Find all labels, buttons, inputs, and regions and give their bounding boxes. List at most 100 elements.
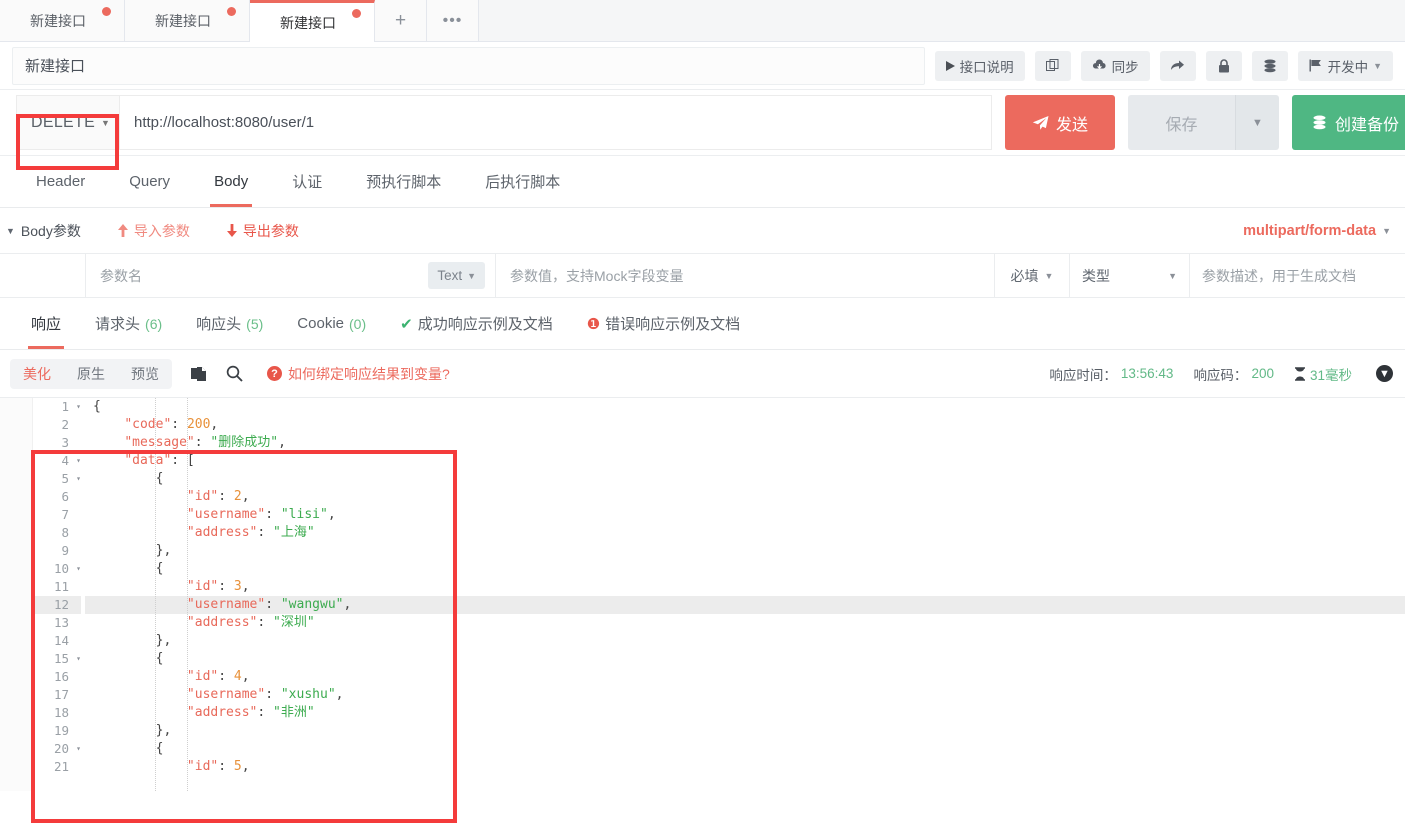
save-button-group: 保存 ▼ — [1127, 95, 1279, 150]
api-tab-1[interactable]: 新建接口 — [0, 0, 125, 41]
param-row-handle[interactable] — [0, 254, 86, 297]
code-line: "address": "深圳" — [186, 615, 315, 630]
send-button[interactable]: 发送 — [1004, 95, 1115, 150]
tab-error-example[interactable]: ❶ 错误响应示例及文档 — [570, 298, 757, 349]
format-raw[interactable]: 原生 — [64, 359, 118, 389]
tab-request-headers[interactable]: 请求头 (6) — [78, 298, 179, 349]
copy-response-button[interactable] — [190, 365, 208, 383]
database-icon — [1263, 59, 1276, 72]
response-time: 响应时间： 13:56:43 — [1049, 364, 1173, 384]
api-tab-3[interactable]: 新建接口 — [250, 0, 375, 42]
code-line: { — [155, 471, 164, 486]
param-description-input[interactable] — [1202, 267, 1393, 284]
param-value-cell — [496, 254, 995, 297]
content-type-dropdown[interactable]: multipart/form-data ▼ — [1243, 223, 1391, 239]
api-name-row: 接口说明 同步 开发中 — [0, 42, 1405, 90]
share-button[interactable] — [1159, 50, 1196, 81]
param-type-label: 类型 — [1082, 267, 1110, 284]
param-value-type-dropdown[interactable]: Text ▼ — [428, 262, 485, 289]
arrow-down-icon — [226, 224, 237, 237]
lock-button[interactable] — [1205, 50, 1242, 81]
tab-more-button[interactable]: ••• — [427, 0, 479, 41]
bind-variable-help-link[interactable]: ? 如何绑定响应结果到变量? — [267, 364, 450, 384]
fold-toggle-icon[interactable]: ▾ — [73, 470, 81, 488]
api-description-button[interactable]: 接口说明 — [934, 50, 1025, 81]
code-line: { — [155, 741, 164, 756]
tab-response[interactable]: 响应 — [14, 298, 78, 349]
fold-toggle-icon[interactable]: ▾ — [73, 740, 81, 758]
line-number: 10 ▾ — [53, 560, 81, 578]
chevron-down-icon: ▼ — [1168, 270, 1177, 281]
chevron-down-icon: ▼ — [101, 117, 111, 128]
editor-line-numbers: 1 ▾ 2 3 4 ▾ 5 ▾ 6 7 8 9 10 ▾ 11 12 13 14 15 ▾ 16 17 18 19 20 ▾ 21 — [33, 398, 85, 791]
tab-cookie[interactable]: Cookie (0) — [280, 298, 383, 349]
fold-toggle-icon[interactable]: ▾ — [73, 650, 81, 668]
body-params-collapse-toggle[interactable]: ▼ Body参数 — [6, 221, 81, 241]
format-segmented-control: 美化 原生 预览 — [10, 358, 172, 389]
format-beautify[interactable]: 美化 — [10, 359, 64, 389]
tab-response-headers[interactable]: 响应头 (5) — [179, 298, 280, 349]
fold-toggle-icon[interactable]: ▾ — [73, 452, 81, 470]
code-line: "data": [ — [124, 453, 195, 468]
tab-post-script[interactable]: 后执行脚本 — [463, 156, 582, 207]
lock-icon — [1218, 58, 1229, 72]
body-param-bar: ▼ Body参数 导入参数 导出参数 multipart/form-data ▼ — [0, 208, 1405, 253]
export-params-button[interactable]: 导出参数 — [226, 221, 299, 241]
response-code-editor[interactable]: 1 ▾ 2 3 4 ▾ 5 ▾ 6 7 8 9 10 ▾ 11 12 13 14 15 ▾ 16 17 18 19 20 ▾ 21 … — [0, 397, 1405, 791]
copy-button[interactable] — [1034, 50, 1071, 81]
param-type-dropdown[interactable]: 类型 ▼ — [1070, 254, 1190, 297]
save-dropdown-button[interactable]: ▼ — [1234, 95, 1279, 150]
response-time-value: 13:56:43 — [1120, 366, 1174, 381]
chevron-down-icon: ▼ — [467, 270, 476, 281]
tab-request-headers-label: 请求头 — [95, 316, 141, 333]
response-editor-wrap: 1 ▾ 2 3 4 ▾ 5 ▾ 6 7 8 9 10 ▾ 11 12 13 14 15 ▾ 16 17 18 19 20 ▾ 21 … — [0, 397, 1405, 823]
arrow-up-icon — [117, 224, 128, 237]
line-number: 4 ▾ — [61, 452, 81, 470]
response-time-label: 响应时间： — [1049, 367, 1117, 383]
new-tab-button[interactable]: + — [375, 0, 427, 41]
tab-pre-script-label: 预执行脚本 — [366, 174, 442, 191]
url-input[interactable] — [119, 95, 992, 150]
fold-toggle-icon[interactable]: ▾ — [73, 398, 81, 416]
tab-body[interactable]: Body — [192, 156, 270, 207]
tab-bar: 新建接口 新建接口 新建接口 + ••• — [0, 0, 1405, 42]
param-name-input[interactable] — [100, 267, 429, 284]
import-params-label: 导入参数 — [133, 222, 190, 239]
search-icon — [226, 365, 243, 382]
tab-pre-script[interactable]: 预执行脚本 — [344, 156, 463, 207]
search-response-button[interactable] — [226, 365, 243, 382]
code-line: { — [155, 651, 164, 666]
tab-success-example[interactable]: ✔ 成功响应示例及文档 — [383, 298, 570, 349]
tab-cookie-label: Cookie — [297, 315, 344, 332]
editor-code-area[interactable]: { "code": 200, "message": "删除成功", "data"… — [85, 398, 1405, 791]
line-number: 7 — [61, 507, 69, 522]
code-line: }, — [155, 633, 172, 648]
download-response-button[interactable]: ▼ — [1376, 365, 1393, 382]
import-params-button[interactable]: 导入参数 — [117, 221, 190, 241]
param-value-input[interactable] — [510, 267, 980, 284]
unsaved-dot-icon — [102, 7, 111, 16]
code-line: "id": 3, — [186, 579, 250, 594]
method-dropdown[interactable]: DELETE ▼ — [16, 95, 119, 150]
fold-toggle-icon[interactable]: ▾ — [73, 560, 81, 578]
check-circle-icon: ✔ — [400, 315, 413, 333]
api-tab-2-label: 新建接口 — [155, 12, 211, 29]
create-backup-button[interactable]: 创建备份 — [1291, 95, 1405, 150]
chevron-down-icon: ▼ — [1373, 60, 1382, 71]
tab-query[interactable]: Query — [107, 156, 192, 207]
api-tab-2[interactable]: 新建接口 — [125, 0, 250, 41]
database-button[interactable] — [1251, 50, 1288, 81]
line-number: 5 ▾ — [61, 470, 81, 488]
request-tabs: Header Query Body 认证 预执行脚本 后执行脚本 — [0, 156, 1405, 208]
param-required-dropdown[interactable]: 必填 ▼ — [995, 254, 1070, 297]
status-dropdown[interactable]: 开发中 ▼ — [1297, 50, 1393, 81]
sync-button[interactable]: 同步 — [1080, 50, 1150, 81]
tab-header[interactable]: Header — [14, 156, 107, 207]
save-button[interactable]: 保存 — [1127, 95, 1235, 150]
api-name-input[interactable] — [12, 46, 925, 85]
tab-auth[interactable]: 认证 — [270, 156, 344, 207]
tab-response-headers-count: (5) — [246, 315, 264, 332]
format-preview[interactable]: 预览 — [118, 359, 172, 389]
code-line: "username": "xushu", — [186, 687, 344, 702]
response-toolbar: 美化 原生 预览 ? 如何绑定响应结果到变量? 响应时间： 13:56:43 响… — [0, 350, 1405, 397]
